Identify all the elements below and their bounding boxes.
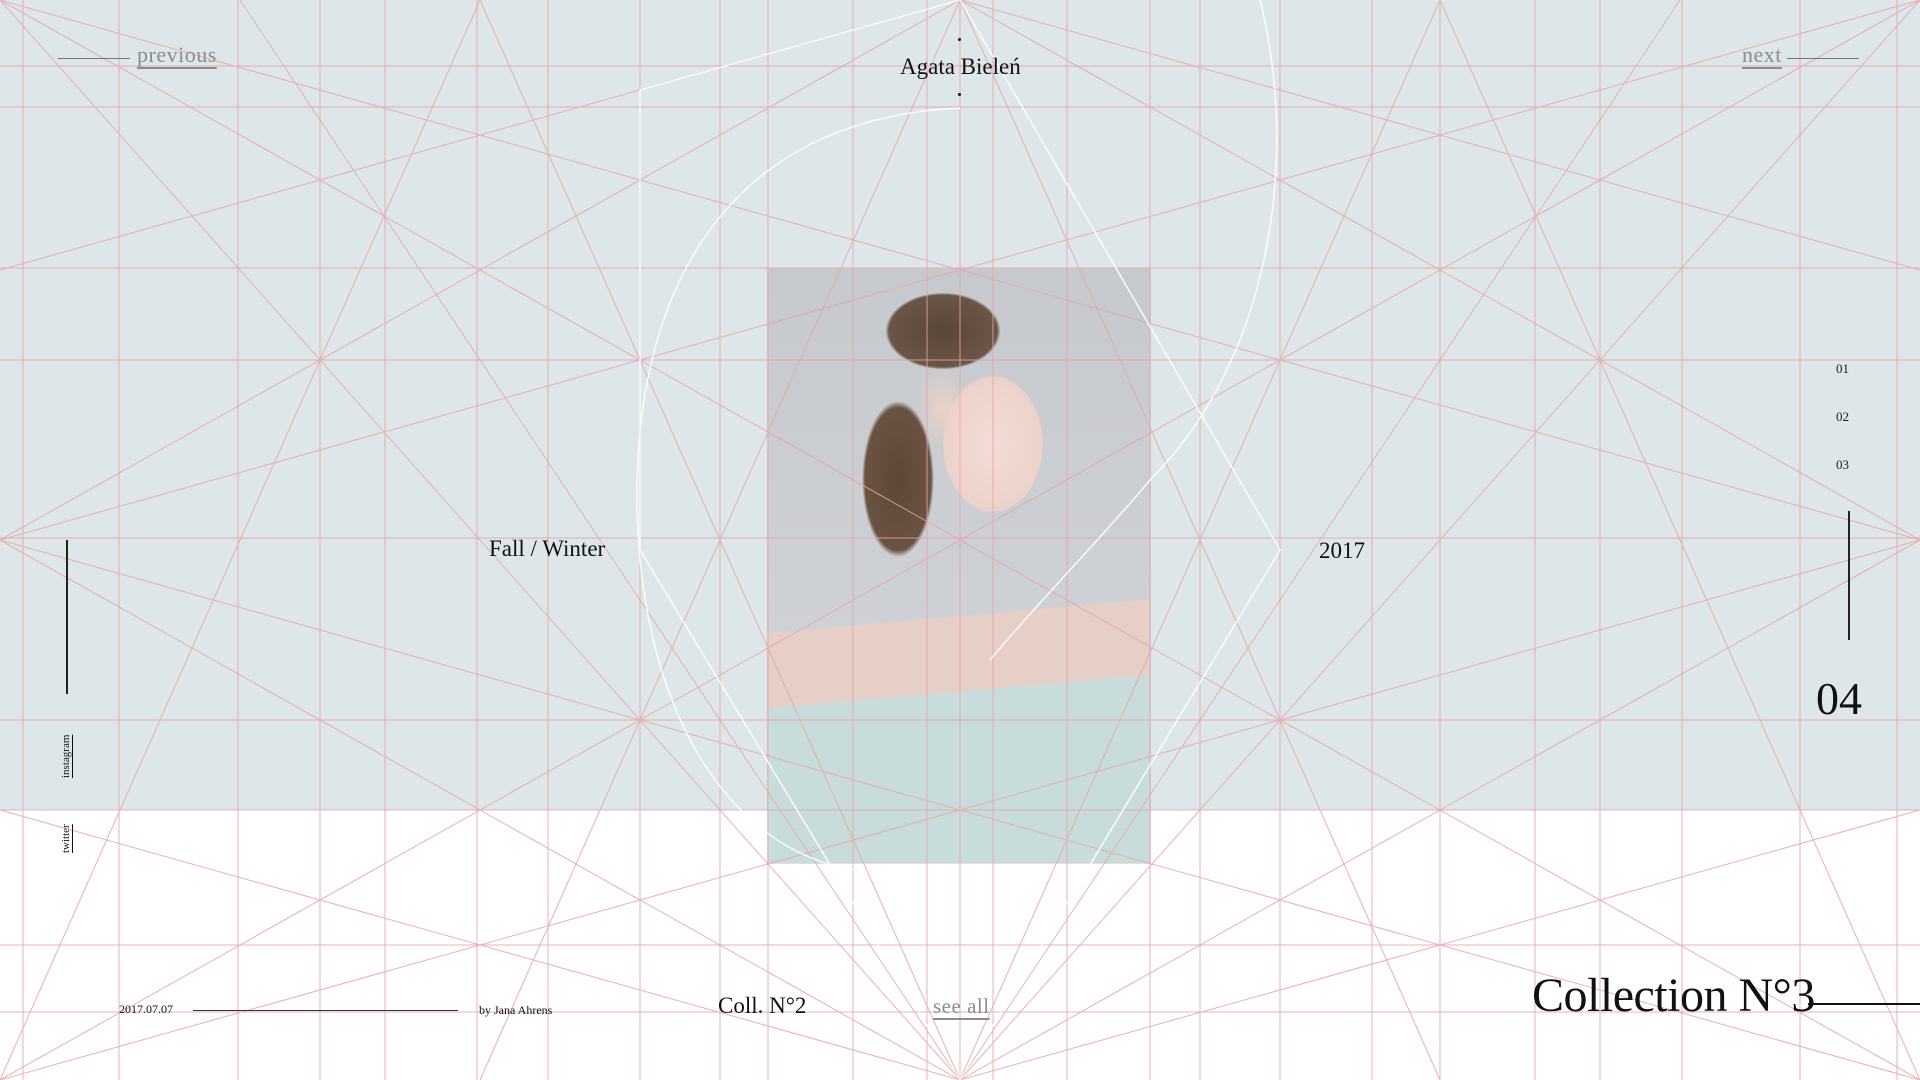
twitter-link[interactable]: twitter <box>60 824 72 853</box>
pager-current-number: 04 <box>1816 673 1862 724</box>
model-photo <box>768 269 1150 863</box>
pager-item-01[interactable]: 01 <box>1836 361 1849 377</box>
collection-title: Collection N°3 <box>1532 969 1815 1022</box>
social-rule <box>66 540 68 694</box>
prev-collection-link[interactable]: Coll. N°2 <box>718 993 806 1019</box>
collection-title-rule <box>1808 1003 1920 1005</box>
pager-item-02[interactable]: 02 <box>1836 409 1849 425</box>
next-link[interactable]: next <box>1742 42 1782 68</box>
next-rule <box>1787 58 1859 59</box>
previous-link[interactable]: previous <box>137 42 217 68</box>
pager-item-03[interactable]: 03 <box>1836 457 1849 473</box>
year-label: 2017 <box>1319 538 1365 563</box>
designer-name: Agata Bieleń <box>900 54 1021 79</box>
designer-dot-bottom <box>958 93 961 96</box>
see-all-link[interactable]: see all <box>933 994 990 1019</box>
post-author: by Jana Ahrens <box>479 1003 553 1017</box>
date-author-rule <box>193 1010 458 1011</box>
season-label: Fall / Winter <box>489 536 606 561</box>
designer-dot-top <box>958 38 961 41</box>
instagram-link[interactable]: instagram <box>60 735 72 778</box>
post-date: 2017.07.07 <box>119 1002 173 1016</box>
pager-progress-rule <box>1848 511 1850 640</box>
previous-rule <box>58 58 130 59</box>
